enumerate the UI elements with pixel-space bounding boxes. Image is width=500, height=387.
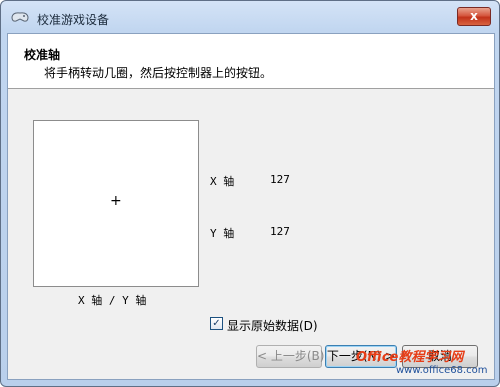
dialog-body: 校准轴 将手柄转动几圈，然后按控制器上的按钮。 + X 轴 / Y 轴 X 轴 … — [7, 33, 495, 380]
back-button[interactable]: < 上一步(B) — [256, 345, 324, 368]
crosshair-icon: + — [110, 193, 122, 209]
close-button[interactable]: x — [457, 7, 491, 26]
y-axis-value: 127 — [270, 225, 290, 238]
wizard-header: 校准轴 将手柄转动几圈，然后按控制器上的按钮。 — [8, 34, 494, 89]
title-bar[interactable]: 校准游戏设备 x — [1, 1, 499, 35]
xy-axis-label: X 轴 / Y 轴 — [78, 294, 147, 307]
page-description: 将手柄转动几圈，然后按控制器上的按钮。 — [44, 66, 273, 80]
game-controller-icon — [11, 12, 29, 22]
y-axis-label: Y 轴 — [210, 227, 235, 240]
watermark-url: www.office68.com — [396, 365, 488, 376]
calibration-window: 校准游戏设备 x 校准轴 将手柄转动几圈，然后按控制器上的按钮。 + X 轴 /… — [0, 0, 500, 387]
page-title: 校准轴 — [24, 48, 61, 62]
x-axis-value: 127 — [270, 173, 290, 186]
checkbox-label[interactable]: 显示原始数据(D) — [227, 317, 318, 334]
xy-axis-display: + — [33, 120, 199, 287]
window-title: 校准游戏设备 — [37, 13, 110, 27]
x-axis-label: X 轴 — [210, 175, 235, 188]
checkbox-check-icon[interactable]: ✓ — [210, 317, 223, 330]
watermark-brand: Office教程学习网 — [356, 350, 464, 365]
